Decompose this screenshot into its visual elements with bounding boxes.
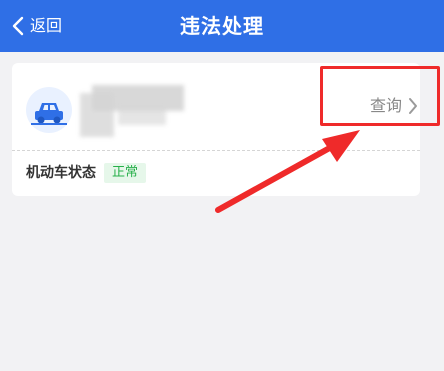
nav-header: 返回 违法处理 xyxy=(0,0,444,52)
car-icon xyxy=(31,103,67,125)
car-avatar xyxy=(26,87,72,133)
dashed-divider xyxy=(12,150,420,151)
vehicle-status-label: 机动车状态 xyxy=(26,165,96,181)
blurred-plate-number xyxy=(80,85,184,137)
highlight-box xyxy=(320,66,440,126)
status-badge: 正常 xyxy=(104,163,147,183)
vehicle-status-row: 机动车状态 正常 xyxy=(26,161,147,185)
page-title: 违法处理 xyxy=(180,14,264,38)
